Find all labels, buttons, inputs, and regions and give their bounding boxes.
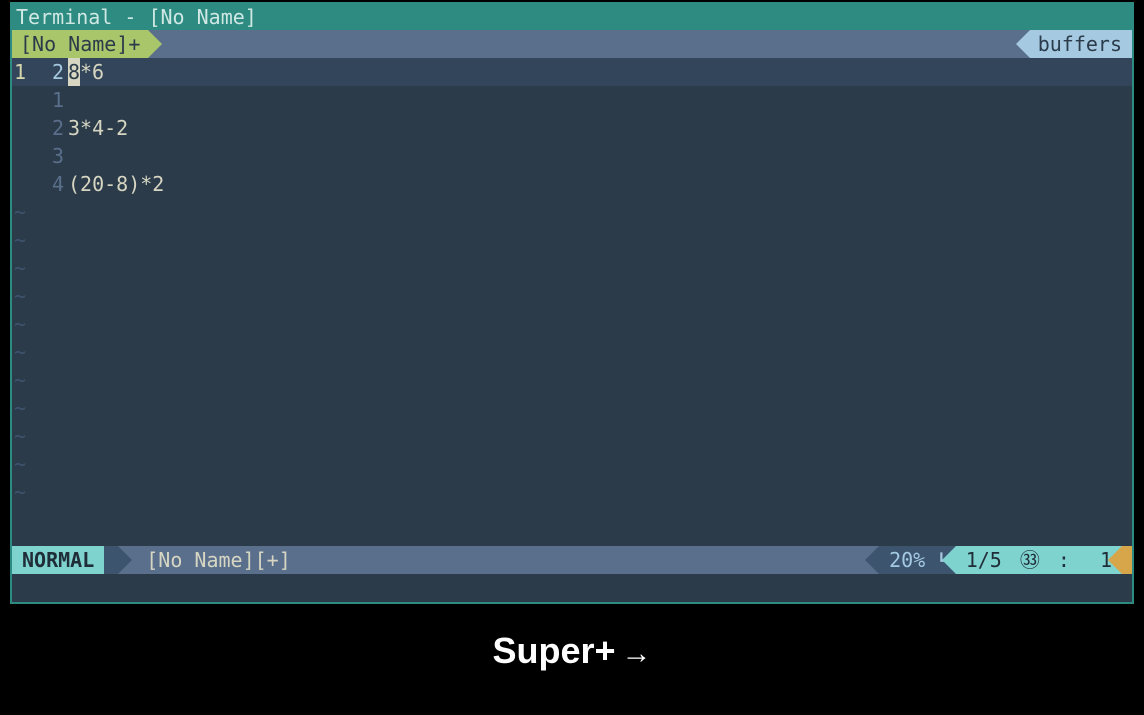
empty-line-tilde: ~	[12, 254, 1132, 282]
statusline-filename: [No Name][+]	[118, 546, 301, 574]
empty-line-tilde: ~	[12, 478, 1132, 506]
editor-line[interactable]: 4 (20-8)*2	[12, 170, 1132, 198]
tab-label: [No Name]+	[20, 32, 140, 56]
line-number-relative: 2	[26, 58, 68, 86]
tab-active[interactable]: [No Name]+	[12, 30, 148, 58]
line-number-relative: 2	[26, 114, 68, 142]
empty-line-tilde: ~	[12, 282, 1132, 310]
line-content[interactable]: 8*6	[68, 58, 104, 86]
line-content[interactable]: 3*4-2	[68, 114, 128, 142]
col-sep: :	[1058, 548, 1070, 572]
statusline-right: 20% ┗ 1/5 ㉝ : 1	[879, 546, 1132, 574]
empty-line-tilde: ~	[12, 450, 1132, 478]
mode-indicator: NORMAL	[12, 546, 104, 574]
encoding-icon: ㉝	[1020, 548, 1040, 572]
empty-line-tilde: ~	[12, 366, 1132, 394]
arrow-right-icon: →	[622, 637, 652, 670]
window-title: Terminal - [No Name]	[16, 5, 257, 29]
editor-area[interactable]: 1 2 8*6 1 2 3*4-2 3 4 (20-8)*2 ~ ~ ~ ~ ~	[12, 58, 1132, 546]
empty-line-tilde: ~	[12, 198, 1132, 226]
statusline-separator	[104, 546, 118, 574]
statusline-position-segment: 1/5 ㉝ : 1	[956, 546, 1122, 574]
percent-value: 20%	[889, 548, 925, 572]
editor-line[interactable]: 1 2 8*6	[12, 58, 1132, 86]
line-number-relative: 1	[26, 86, 68, 114]
buffers-label: buffers	[1038, 32, 1122, 56]
statusline-end-marker	[1122, 546, 1132, 574]
command-line[interactable]	[12, 574, 1132, 602]
editor-line[interactable]: 2 3*4-2	[12, 114, 1132, 142]
editor-line[interactable]: 1	[12, 86, 1132, 114]
keycast-text: Super+	[492, 630, 615, 671]
statusline: NORMAL [No Name][+] 20% ┗ 1/5 ㉝ : 1	[12, 546, 1132, 574]
empty-line-tilde: ~	[12, 226, 1132, 254]
buffer-tabline[interactable]: [No Name]+ buffers	[12, 30, 1132, 58]
empty-line-tilde: ~	[12, 394, 1132, 422]
mode-label: NORMAL	[22, 548, 94, 572]
empty-line-tilde: ~	[12, 422, 1132, 450]
line-number-absolute: 1	[12, 58, 26, 86]
line-content[interactable]: (20-8)*2	[68, 170, 164, 198]
editor-line[interactable]: 3	[12, 142, 1132, 170]
line-number-relative: 3	[26, 142, 68, 170]
keycast-overlay: Super+→	[0, 630, 1144, 672]
line-number-relative: 4	[26, 170, 68, 198]
tabline-buffers-label[interactable]: buffers	[1030, 30, 1132, 58]
position-value: 1/5	[966, 548, 1002, 572]
empty-line-tilde: ~	[12, 338, 1132, 366]
window-titlebar: Terminal - [No Name]	[12, 4, 1132, 30]
empty-line-tilde: ~	[12, 310, 1132, 338]
terminal-window: Terminal - [No Name] [No Name]+ buffers …	[10, 2, 1134, 604]
cursor: 8	[68, 58, 80, 86]
